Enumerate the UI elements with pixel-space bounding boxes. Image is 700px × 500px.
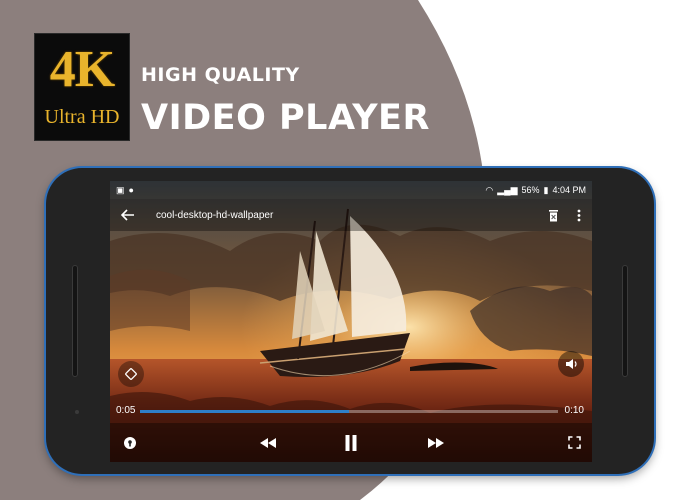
- more-options-button[interactable]: [566, 199, 592, 231]
- total-time: 0:10: [564, 405, 584, 416]
- signal-icon: ▂▄▆: [497, 184, 518, 195]
- fullscreen-icon: [567, 436, 581, 449]
- right-speaker-grille: [622, 265, 628, 377]
- 4k-ultra-hd-logo: 4K Ultra HD: [34, 33, 130, 141]
- volume-button[interactable]: [558, 351, 584, 377]
- promo-headline-large: VIDEO PLAYER: [141, 98, 430, 138]
- volume-icon: [565, 359, 577, 369]
- image-notification-icon: ▣: [116, 184, 125, 195]
- fast-forward-button[interactable]: [420, 423, 452, 462]
- seek-progress: [140, 410, 349, 413]
- status-bar: ▣ ● ◠ ▂▄▆ 56% ▮ 4:04 PM: [110, 181, 592, 199]
- pause-button[interactable]: [335, 423, 367, 462]
- back-button[interactable]: [110, 199, 146, 231]
- left-speaker-grille: [72, 265, 78, 377]
- player-title-bar: cool-desktop-hd-wallpaper: [110, 199, 592, 231]
- fast-forward-icon: [428, 437, 444, 448]
- logo-4k-text: 4K: [49, 41, 115, 98]
- logo-ultra-hd-text: Ultra HD: [44, 106, 120, 128]
- device-sensor: [75, 410, 79, 414]
- rotate-screen-button[interactable]: [118, 361, 144, 387]
- pause-icon: [345, 434, 357, 451]
- arrow-back-icon: [121, 209, 134, 221]
- video-title: cool-desktop-hd-wallpaper: [156, 209, 274, 221]
- promo-headline-small: HIGH QUALITY: [141, 64, 300, 86]
- rewind-icon: [260, 437, 276, 448]
- wifi-icon: ◠: [485, 184, 494, 195]
- lock-icon: [124, 436, 136, 449]
- delete-button[interactable]: [540, 199, 566, 231]
- more-vert-icon: [577, 209, 581, 221]
- playback-controls: [110, 423, 592, 462]
- current-time: 0:05: [116, 405, 136, 416]
- phone-notification-icon: ●: [128, 184, 134, 195]
- fullscreen-button[interactable]: [558, 423, 590, 462]
- device-top-edge: [246, 166, 436, 168]
- battery-percent: 56%: [521, 185, 540, 195]
- battery-icon: ▮: [543, 184, 549, 195]
- delete-icon: [548, 209, 558, 221]
- phone-device: ▣ ● ◠ ▂▄▆ 56% ▮ 4:04 PM cool-desktop-hd-…: [46, 166, 654, 474]
- status-time: 4:04 PM: [552, 185, 586, 195]
- lock-button[interactable]: [114, 423, 146, 462]
- screen-rotation-icon: [125, 368, 137, 380]
- rewind-button[interactable]: [252, 423, 284, 462]
- player-screen[interactable]: ▣ ● ◠ ▂▄▆ 56% ▮ 4:04 PM cool-desktop-hd-…: [110, 181, 592, 462]
- seek-bar[interactable]: [140, 410, 558, 413]
